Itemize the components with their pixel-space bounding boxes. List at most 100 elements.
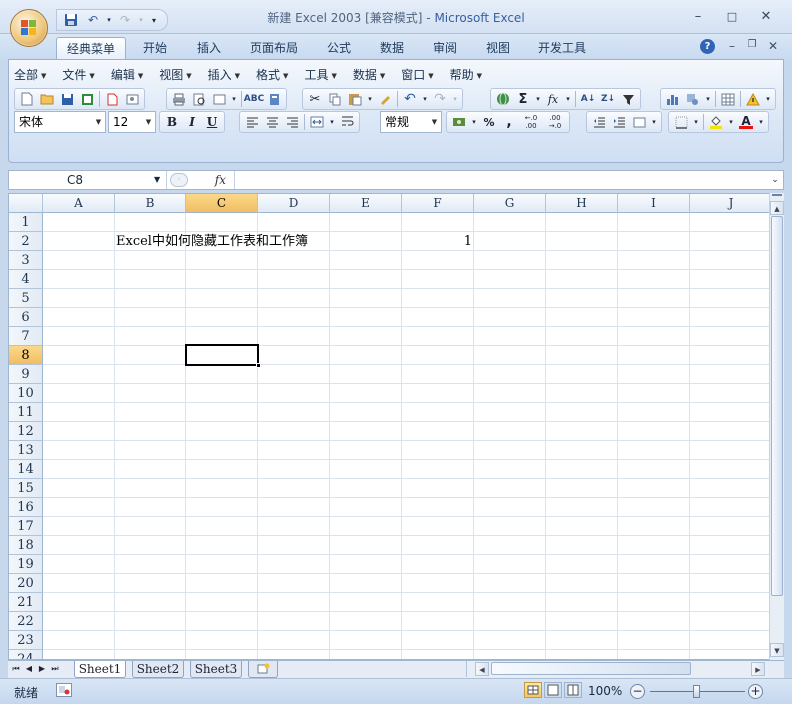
- font-color-dropdown-icon[interactable]: ▾: [756, 113, 766, 131]
- spelling-dropdown-icon[interactable]: ▾: [229, 90, 239, 108]
- row-header-11[interactable]: 11: [9, 403, 43, 422]
- menu-edit[interactable]: 编辑 ▼: [105, 66, 149, 84]
- row-header-16[interactable]: 16: [9, 498, 43, 517]
- email-icon[interactable]: [102, 90, 122, 108]
- split-box[interactable]: [772, 194, 782, 199]
- row-header-5[interactable]: 5: [9, 289, 43, 308]
- menu-data[interactable]: 数据 ▼: [347, 66, 391, 84]
- permission-icon[interactable]: [77, 90, 97, 108]
- menu-tools[interactable]: 工具 ▼: [298, 66, 342, 84]
- percent-button[interactable]: %: [479, 113, 499, 131]
- menu-help[interactable]: 帮助 ▼: [444, 66, 488, 84]
- column-header-f[interactable]: F: [402, 194, 474, 213]
- italic-button[interactable]: I: [182, 113, 202, 131]
- page-layout-view-icon[interactable]: [544, 682, 562, 698]
- paste-icon[interactable]: [345, 90, 365, 108]
- comma-style-button[interactable]: ,: [499, 113, 519, 131]
- first-sheet-icon[interactable]: ⏮: [11, 662, 21, 676]
- insert-function-button[interactable]: fx: [194, 173, 234, 187]
- font-name-combo[interactable]: 宋体 ▼: [14, 111, 106, 133]
- zoom-level[interactable]: 100%: [588, 684, 622, 698]
- prev-sheet-icon[interactable]: ◀: [24, 662, 34, 676]
- row-header-10[interactable]: 10: [9, 384, 43, 403]
- redo-dropdown-icon[interactable]: ▾: [137, 11, 145, 29]
- currency-icon[interactable]: [449, 113, 469, 131]
- redo-toolbar-icon[interactable]: ↷: [430, 90, 450, 108]
- column-header-g[interactable]: G: [474, 194, 546, 213]
- row-header-1[interactable]: 1: [9, 213, 43, 232]
- number-format-dropdown-icon[interactable]: ▼: [428, 112, 441, 132]
- undo-icon[interactable]: ↶: [83, 11, 103, 29]
- fill-color-icon[interactable]: [706, 113, 726, 131]
- sheet-tab-sheet3[interactable]: Sheet3: [190, 661, 242, 678]
- cut-icon[interactable]: ✂: [305, 90, 325, 108]
- sort-ascending-icon[interactable]: A↓: [578, 90, 598, 108]
- save-icon[interactable]: [61, 11, 81, 29]
- warning-icon[interactable]: [743, 90, 763, 108]
- name-box[interactable]: C8 ▼: [9, 171, 167, 189]
- normal-view-icon[interactable]: [524, 682, 542, 698]
- new-file-icon[interactable]: [17, 90, 37, 108]
- redo-toolbar-dropdown-icon[interactable]: ▾: [450, 90, 460, 108]
- undo-toolbar-dropdown-icon[interactable]: ▾: [420, 90, 430, 108]
- vertical-scroll-thumb[interactable]: [771, 216, 783, 596]
- table-grid-icon[interactable]: [718, 90, 738, 108]
- row-header-21[interactable]: 21: [9, 593, 43, 612]
- borders-dropdown-icon[interactable]: ▾: [691, 113, 701, 131]
- fill-handle[interactable]: [256, 363, 261, 368]
- align-right-icon[interactable]: [282, 113, 302, 131]
- undo-toolbar-icon[interactable]: ↶: [400, 90, 420, 108]
- ribbon-minimize-button[interactable]: –: [724, 39, 740, 53]
- menu-view[interactable]: 视图 ▼: [153, 66, 197, 84]
- formula-resize-icon[interactable]: ◦: [170, 173, 188, 187]
- spelling-icon[interactable]: [209, 90, 229, 108]
- row-header-6[interactable]: 6: [9, 308, 43, 327]
- tab-view[interactable]: 视图: [477, 37, 519, 60]
- menu-all[interactable]: 全部 ▼: [8, 66, 52, 84]
- drawing-dropdown-icon[interactable]: ▾: [703, 90, 713, 108]
- insert-function-dropdown-icon[interactable]: ▾: [563, 90, 573, 108]
- autosum-icon[interactable]: Σ: [513, 90, 533, 108]
- insert-sheet-icon[interactable]: [248, 661, 278, 678]
- zoom-out-button[interactable]: −: [630, 684, 645, 699]
- borders-icon[interactable]: [671, 113, 691, 131]
- expand-formula-bar-icon[interactable]: ⌄: [768, 171, 782, 189]
- paste-dropdown-icon[interactable]: ▾: [365, 90, 375, 108]
- merge-dropdown-icon[interactable]: ▾: [327, 113, 337, 131]
- row-header-13[interactable]: 13: [9, 441, 43, 460]
- zoom-slider-thumb[interactable]: [693, 685, 700, 698]
- scroll-down-button[interactable]: ▼: [770, 643, 784, 657]
- scroll-right-button[interactable]: ▶: [751, 662, 765, 676]
- column-header-c[interactable]: C: [186, 194, 258, 213]
- column-header-j[interactable]: J: [690, 194, 771, 213]
- indent-options-dropdown-icon[interactable]: ▾: [649, 113, 659, 131]
- row-header-2[interactable]: 2: [9, 232, 43, 251]
- column-header-d[interactable]: D: [258, 194, 330, 213]
- next-sheet-icon[interactable]: ▶: [37, 662, 47, 676]
- tab-page-layout[interactable]: 页面布局: [242, 37, 306, 60]
- column-header-a[interactable]: A: [43, 194, 115, 213]
- print-preview-icon[interactable]: [189, 90, 209, 108]
- hyperlink-globe-icon[interactable]: [493, 90, 513, 108]
- insert-function-icon[interactable]: fx: [543, 90, 563, 108]
- tab-data[interactable]: 数据: [371, 37, 413, 60]
- column-header-b[interactable]: B: [115, 194, 186, 213]
- row-header-24[interactable]: 24: [9, 650, 43, 659]
- page-break-view-icon[interactable]: [564, 682, 582, 698]
- column-header-e[interactable]: E: [330, 194, 402, 213]
- row-header-20[interactable]: 20: [9, 574, 43, 593]
- chart-wizard-icon[interactable]: [663, 90, 683, 108]
- filter-icon[interactable]: [618, 90, 638, 108]
- row-header-19[interactable]: 19: [9, 555, 43, 574]
- selected-cell-c8[interactable]: [185, 344, 261, 368]
- formula-input[interactable]: [250, 171, 764, 189]
- last-sheet-icon[interactable]: ⏭: [50, 662, 60, 676]
- indent-options-icon[interactable]: [629, 113, 649, 131]
- increase-indent-icon[interactable]: [609, 113, 629, 131]
- workbook-close-button[interactable]: ✕: [765, 39, 781, 53]
- font-size-combo[interactable]: 12 ▼: [108, 111, 156, 133]
- row-header-12[interactable]: 12: [9, 422, 43, 441]
- font-name-dropdown-icon[interactable]: ▼: [92, 112, 105, 132]
- worksheet-grid[interactable]: A B C D E F G H I J 1 2 3 4 5 6 7 8 9 10…: [8, 193, 772, 660]
- menu-format[interactable]: 格式 ▼: [250, 66, 294, 84]
